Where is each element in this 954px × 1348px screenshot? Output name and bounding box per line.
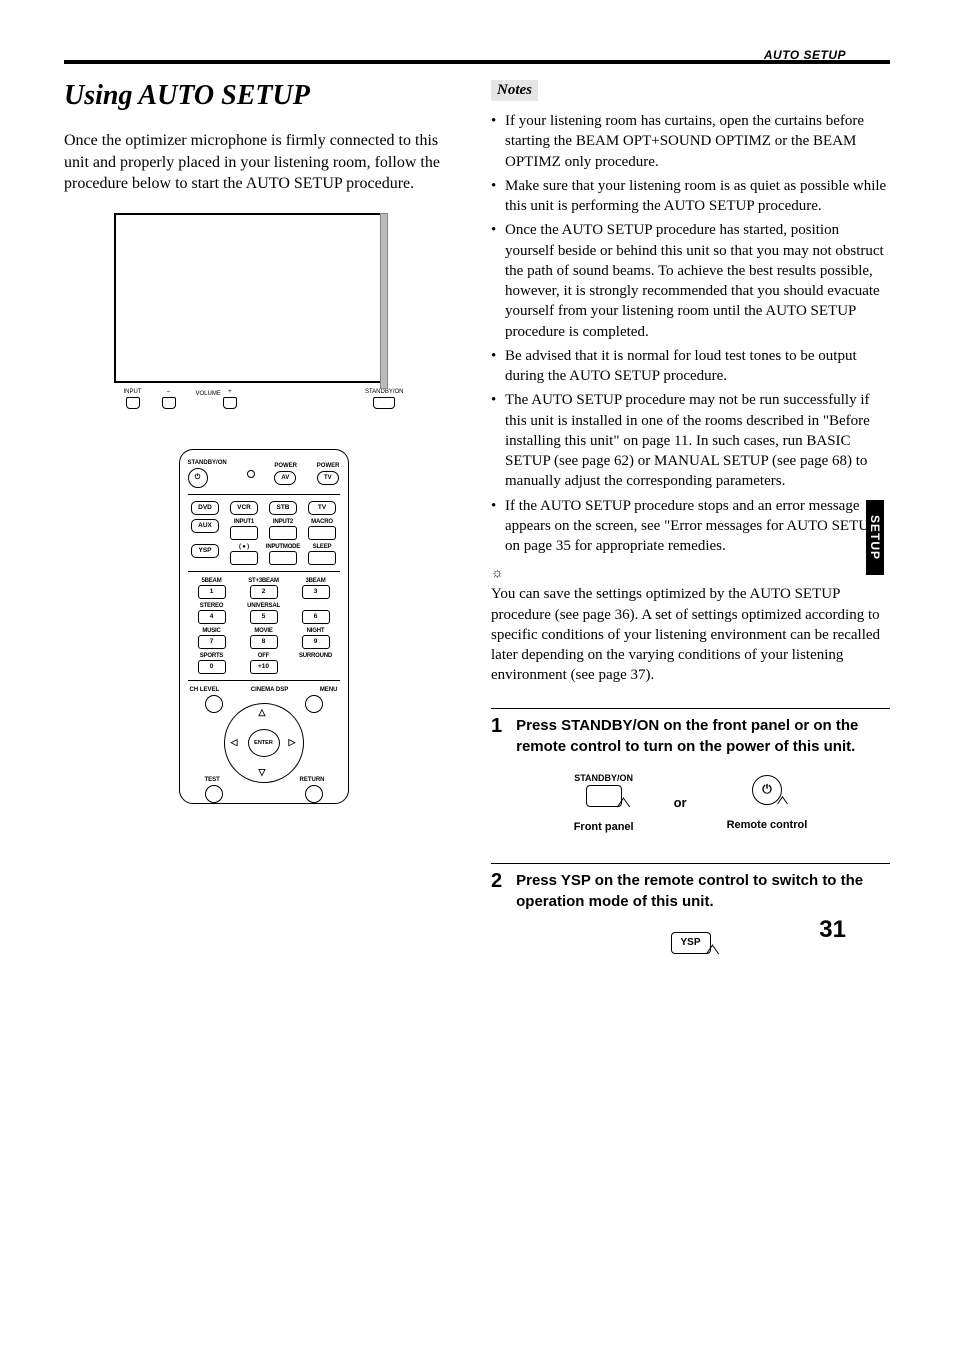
remote-ysp: YSP: [191, 544, 219, 558]
remote-1: 1: [198, 585, 226, 599]
remote-chlevel-label: CH LEVEL: [190, 687, 220, 693]
remote-rec: [230, 551, 258, 565]
remote-input2: [269, 526, 297, 540]
remote-7: 7: [198, 635, 226, 649]
remote-dpad: △ ▽ ◁ ▷ ENTER TEST RETURN: [209, 695, 319, 795]
step-1-text: Press STANDBY/ON on the front panel or o…: [516, 715, 890, 757]
remote-cinema-label: CINEMA DSP: [251, 687, 288, 693]
remote-tv2: TV: [308, 501, 336, 515]
note-item: Make sure that your listening room is as…: [505, 176, 890, 217]
side-tab: SETUP: [866, 500, 884, 575]
arrow-left-icon: ◁: [231, 737, 238, 748]
remote-test-btn: [205, 785, 223, 803]
tip-paragraph: You can save the settings optimized by t…: [491, 584, 890, 685]
remote-vcr: VCR: [230, 501, 258, 515]
note-item: Once the AUTO SETUP procedure has starte…: [505, 220, 890, 342]
remote-return-label: RETURN: [300, 777, 325, 783]
intro-paragraph: Once the optimizer microphone is firmly …: [64, 130, 463, 195]
ysp-button-icon: YSP: [671, 932, 711, 954]
step-2: 2 Press YSP on the remote control to swi…: [491, 863, 890, 912]
step-1-number: 1: [491, 715, 502, 757]
diag-standby-label: STANDBY/ON: [574, 773, 634, 783]
remote-chlevel-btn: [205, 695, 223, 713]
page-title: Using AUTO SETUP: [64, 80, 463, 112]
left-column: Using AUTO SETUP Once the optimizer micr…: [64, 80, 463, 954]
remote-power-icon: ⏻: [752, 775, 782, 805]
step-1: 1 Press STANDBY/ON on the front panel or…: [491, 708, 890, 757]
device-illustration: INPUT – VOLUME + STANDBY/ON: [114, 213, 414, 409]
device-screen: [114, 213, 384, 383]
dev-input: INPUT: [124, 389, 142, 409]
remote-power-av-label: POWER: [274, 463, 297, 469]
remote-illustration: STANDBY/ON ⏻ POWER AV POWER TV DVD: [179, 449, 349, 804]
step-1-diagram: STANDBY/ON Front panel or ⏻ Remote contr…: [491, 773, 890, 833]
remote-dvd: DVD: [191, 501, 219, 515]
remote-6: 6: [302, 610, 330, 624]
remote-8: 8: [250, 635, 278, 649]
note-item: If your listening room has curtains, ope…: [505, 111, 890, 172]
arrow-right-icon: ▷: [289, 737, 296, 748]
remote-standby-label: STANDBY/ON: [188, 460, 227, 466]
dev-vol-down: –: [162, 389, 176, 409]
dev-standby: STANDBY/ON: [365, 389, 404, 409]
arrow-up-icon: △: [259, 707, 266, 718]
page-number: 31: [819, 916, 846, 944]
note-item: Be advised that it is normal for loud te…: [505, 346, 890, 387]
dev-vol-up: +: [223, 389, 237, 409]
or-label: or: [674, 795, 687, 810]
note-item: The AUTO SETUP procedure may not be run …: [505, 390, 890, 491]
remote-control-label: Remote control: [727, 819, 808, 831]
page: AUTO SETUP Using AUTO SETUP Once the opt…: [0, 0, 954, 994]
remote-0: 0: [198, 660, 226, 674]
right-column: Notes If your listening room has curtain…: [491, 80, 890, 954]
remote-power-tv-label: POWER: [317, 463, 340, 469]
front-panel-label: Front panel: [574, 821, 634, 833]
remote-5: 5: [250, 610, 278, 624]
remote-9: 9: [302, 635, 330, 649]
remote-aux: AUX: [191, 519, 219, 533]
remote-menu-btn: [305, 695, 323, 713]
step-2-text: Press YSP on the remote control to switc…: [516, 870, 890, 912]
remote-2: 2: [250, 585, 278, 599]
front-panel-button-icon: [586, 785, 622, 807]
step-2-number: 2: [491, 870, 502, 912]
remote-4: 4: [198, 610, 226, 624]
remote-input1: [230, 526, 258, 540]
arrow-down-icon: ▽: [259, 767, 266, 778]
remote-standby-button: ⏻: [188, 468, 208, 488]
remote-menu-label: MENU: [320, 687, 338, 693]
note-item: If the AUTO SETUP procedure stops and an…: [505, 496, 890, 557]
remote-return-btn: [305, 785, 323, 803]
notes-list: If your listening room has curtains, ope…: [491, 111, 890, 556]
remote-av-button: AV: [274, 471, 296, 485]
tip-icon: ☼: [491, 566, 890, 582]
remote-sleep: [308, 551, 336, 565]
remote-test-label: TEST: [205, 777, 220, 783]
remote-macro: [308, 526, 336, 540]
notes-heading: Notes: [491, 80, 538, 101]
remote-inputmode: [269, 551, 297, 565]
remote-stb: STB: [269, 501, 297, 515]
header-tag: AUTO SETUP: [764, 48, 846, 62]
remote-tv-button: TV: [317, 471, 339, 485]
remote-plus10: +10: [250, 660, 278, 674]
remote-enter-button: ENTER: [248, 729, 280, 757]
dev-volume-label: VOLUME: [196, 391, 221, 397]
remote-3: 3: [302, 585, 330, 599]
remote-led: [247, 470, 255, 478]
